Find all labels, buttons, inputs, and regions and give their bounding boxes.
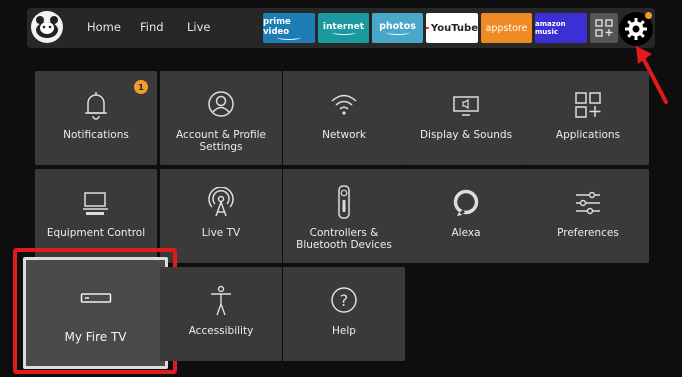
user-icon [160,89,282,121]
app-appstore[interactable]: appstore [481,13,532,43]
tile-controllers-bluetooth-label: Controllers & Bluetooth Devices [296,227,392,251]
settings-notification-dot [645,12,652,19]
tile-account-profile-settings[interactable]: Account & Profile Settings [160,71,282,165]
tile-help-label: Help [332,325,356,337]
smile-icon [385,30,410,35]
svg-text:?: ? [340,291,349,310]
tile-help[interactable]: ? Help [283,267,405,361]
display-speaker-icon [405,89,527,121]
sliders-icon [527,187,649,219]
tile-equipment-control-label: Equipment Control [46,227,146,239]
tile-my-fire-tv[interactable]: My Fire TV [23,257,168,369]
profile-avatar-icon [36,16,58,38]
wifi-icon [283,89,405,121]
tile-account-profile-settings-label: Account & Profile Settings [176,129,266,153]
tile-accessibility[interactable]: Accessibility [160,267,282,361]
tile-controllers-bluetooth[interactable]: Controllers & Bluetooth Devices [283,169,405,263]
app-internet[interactable]: internet [318,13,369,43]
tile-preferences[interactable]: Preferences [527,169,649,263]
fire-tv-device-icon [26,292,165,304]
app-grid-button[interactable] [590,13,618,43]
tile-display-sounds-label: Display & Sounds [419,129,513,141]
gear-icon [625,18,647,40]
app-amazon-music-label: amazon music [535,20,566,36]
alexa-icon [405,187,527,219]
tile-live-tv-label: Live TV [201,227,241,239]
tile-my-fire-tv-label: My Fire TV [64,330,127,344]
youtube-play-icon [426,26,429,30]
smile-icon [277,35,301,40]
accessibility-icon [160,285,282,317]
antenna-icon [160,187,282,219]
app-appstore-label: appstore [485,22,528,34]
app-amazon-music[interactable]: amazon music [535,13,587,43]
nav-live[interactable]: Live [187,20,210,34]
applications-grid-icon [527,89,649,121]
app-prime-video-label: prime video [263,16,291,37]
apps-grid-icon [595,19,613,37]
app-prime-video[interactable]: prime video [263,13,315,43]
tile-accessibility-label: Accessibility [188,325,254,337]
tile-alexa[interactable]: Alexa [405,169,527,263]
tile-network-label: Network [322,129,366,141]
help-icon: ? [283,285,405,317]
tile-notifications-label: Notifications [63,129,129,141]
nav-find[interactable]: Find [140,20,164,34]
app-photos[interactable]: photos [372,13,423,43]
app-youtube-label: YouTube [430,22,478,34]
tv-remote-icon [35,187,157,219]
nav-home[interactable]: Home [87,20,121,34]
tile-network[interactable]: Network [283,71,405,165]
tile-applications-label: Applications [555,129,621,141]
notification-badge: 1 [134,80,148,94]
tile-display-sounds[interactable]: Display & Sounds [405,71,527,165]
tile-live-tv[interactable]: Live TV [160,169,282,263]
tile-applications[interactable]: Applications [527,71,649,165]
app-youtube[interactable]: YouTube [426,13,478,43]
tile-preferences-label: Preferences [557,227,619,239]
tile-alexa-label: Alexa [451,227,481,239]
smile-icon [331,30,356,35]
remote-control-icon [283,185,405,219]
profile-avatar[interactable] [31,11,63,43]
